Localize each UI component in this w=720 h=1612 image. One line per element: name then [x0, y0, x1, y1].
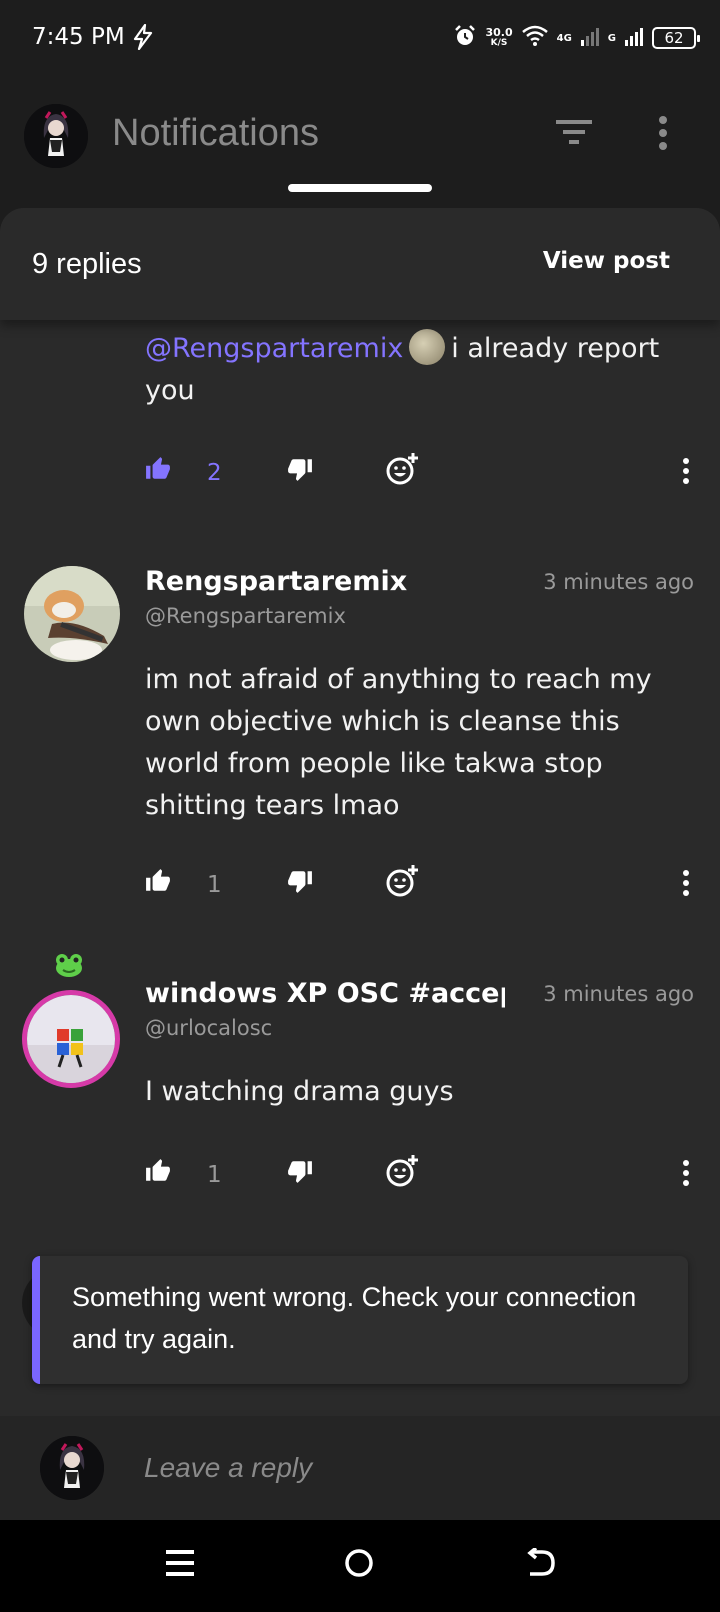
comment-actions: 1	[145, 865, 690, 908]
comment-text: @Rengspartaremix i already report you	[145, 328, 675, 412]
comment-author[interactable]: windows XP OSC #accep	[145, 978, 505, 1009]
more-vert-icon[interactable]	[682, 458, 690, 488]
status-time: 7:45 PM	[32, 24, 125, 50]
alarm-icon	[453, 24, 477, 52]
top-app-bar: Notifications	[0, 80, 720, 200]
sheet-drag-handle[interactable]	[288, 184, 432, 192]
status-icons: 30.0 K/S 4G G 62	[453, 24, 700, 52]
sheet-header: 9 replies View post	[0, 208, 720, 320]
lightning-icon	[132, 23, 154, 54]
dislike-icon[interactable]	[287, 868, 313, 898]
network-type-2: G	[607, 32, 616, 44]
avatar[interactable]	[22, 990, 120, 1088]
filter-icon[interactable]	[556, 118, 592, 150]
comment-actions: 1	[145, 1155, 690, 1198]
comment-body: im not afraid of anything to reach my ow…	[145, 664, 652, 821]
battery-icon: 62	[652, 27, 700, 49]
status-bar: 7:45 PM 30.0 K/S 4G G 62	[0, 0, 720, 80]
battery-level: 62	[664, 29, 684, 47]
view-post-button[interactable]: View post	[543, 248, 670, 274]
error-toast: Something went wrong. Check your connect…	[32, 1256, 688, 1384]
comment-time: 3 minutes ago	[543, 570, 694, 594]
like-icon[interactable]	[145, 456, 171, 486]
net-speed-unit: K/S	[490, 38, 508, 48]
add-reaction-icon[interactable]	[385, 1154, 419, 1192]
like-count: 1	[207, 1162, 222, 1188]
comment-author[interactable]: Rengspartaremix	[145, 566, 407, 597]
system-nav-bar	[0, 1520, 720, 1612]
net-speed-value: 30.0	[485, 26, 513, 39]
inline-avatar	[409, 329, 446, 365]
more-vert-icon[interactable]	[658, 116, 668, 154]
mention-link[interactable]: @Rengspartaremix	[145, 333, 403, 364]
toast-accent	[32, 1256, 40, 1384]
comment-actions: 2	[145, 453, 690, 496]
comment-time: 3 minutes ago	[543, 982, 694, 1006]
like-count: 2	[207, 460, 222, 486]
like-icon[interactable]	[145, 1158, 171, 1188]
avatar[interactable]	[24, 104, 88, 168]
network-type-1: 4G	[556, 32, 572, 44]
net-speed: 30.0 K/S	[485, 27, 512, 49]
add-reaction-icon[interactable]	[385, 452, 419, 490]
like-icon[interactable]	[145, 868, 171, 898]
home-icon[interactable]	[344, 1548, 374, 1582]
page-title: Notifications	[112, 112, 319, 154]
avatar	[40, 1436, 104, 1500]
like-count: 1	[207, 872, 222, 898]
toast-message: Something went wrong. Check your connect…	[72, 1282, 637, 1354]
replies-sheet: 9 replies View post @Rengspartaremix i al…	[0, 208, 720, 1416]
more-vert-icon[interactable]	[682, 870, 690, 900]
reply-input[interactable]	[144, 1444, 664, 1492]
replies-count: 9 replies	[32, 248, 142, 280]
more-vert-icon[interactable]	[682, 1160, 690, 1190]
dislike-icon[interactable]	[287, 456, 313, 486]
comment-body: I watching drama guys	[145, 1076, 454, 1107]
comment-handle[interactable]: @urlocalosc	[145, 1016, 272, 1040]
back-icon[interactable]	[526, 1546, 556, 1582]
frog-badge-icon	[54, 952, 84, 982]
reply-bar	[0, 1416, 720, 1520]
menu-icon[interactable]	[166, 1548, 194, 1582]
dislike-icon[interactable]	[287, 1158, 313, 1188]
signal-icon	[580, 26, 600, 50]
wifi-icon	[521, 25, 549, 51]
comment-handle[interactable]: @Rengspartaremix	[145, 604, 346, 628]
avatar[interactable]	[24, 566, 120, 662]
add-reaction-icon[interactable]	[385, 864, 419, 902]
signal-icon	[624, 26, 644, 50]
